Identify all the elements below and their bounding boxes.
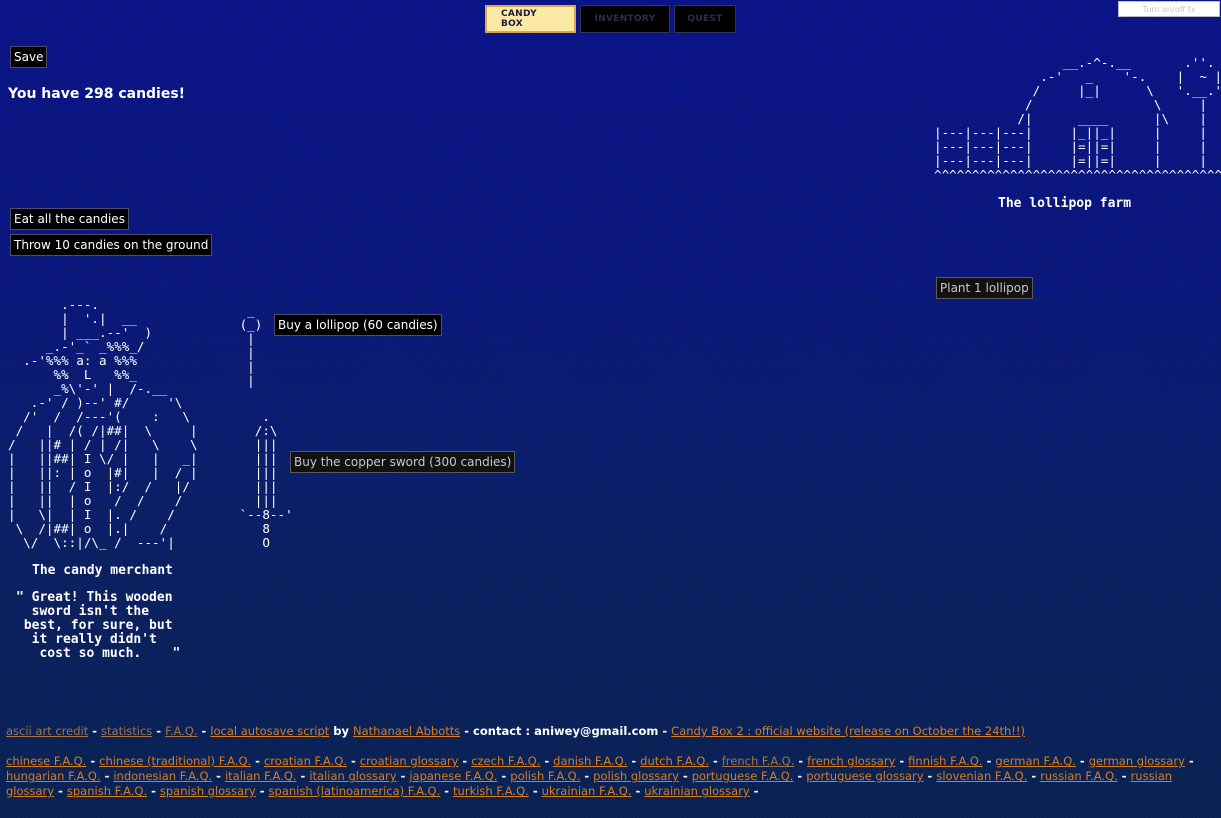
language-link[interactable]: portuguese F.A.Q. (692, 769, 794, 783)
separator: - (627, 754, 641, 768)
language-link[interactable]: finnish F.A.Q. (908, 754, 982, 768)
footer-text: by (329, 724, 353, 738)
footer-text: - (152, 724, 166, 738)
separator: - (749, 784, 759, 798)
candy-count: You have 298 candies! (8, 86, 186, 102)
footer-text: - contact : aniwey@gmail.com - (460, 724, 672, 738)
language-link[interactable]: russian F.A.Q. (1040, 769, 1118, 783)
sword-art: . /:\ ||| ||| ||| ||| ||| `--8--' 8 O (239, 409, 293, 550)
separator: - (251, 754, 264, 768)
lollipop-art: _ (_) | | | | (239, 303, 263, 388)
separator: - (794, 754, 808, 768)
separator: - (1075, 754, 1089, 768)
footer-link[interactable]: F.A.Q. (165, 724, 197, 738)
separator: - (982, 754, 996, 768)
language-link[interactable]: indonesian F.A.Q. (113, 769, 212, 783)
footer-link[interactable]: ascii art credit (6, 724, 88, 738)
separator: - (708, 754, 722, 768)
separator: - (678, 769, 692, 783)
separator: - (147, 784, 160, 798)
language-link[interactable]: turkish F.A.Q. (453, 784, 529, 798)
language-link[interactable]: chinese (traditional) F.A.Q. (99, 754, 251, 768)
language-link[interactable]: polish F.A.Q. (510, 769, 580, 783)
separator: - (1184, 754, 1194, 768)
language-link[interactable]: german F.A.Q. (995, 754, 1076, 768)
language-link[interactable]: dutch F.A.Q. (640, 754, 709, 768)
separator: - (923, 769, 937, 783)
separator: - (540, 754, 554, 768)
language-link[interactable]: czech F.A.Q. (471, 754, 540, 768)
separator: - (1117, 769, 1131, 783)
plant-lollipop-button[interactable]: Plant 1 lollipop (936, 277, 1033, 299)
separator: - (396, 769, 410, 783)
separator: - (895, 754, 909, 768)
separator: - (1027, 769, 1041, 783)
footer-text: - (197, 724, 211, 738)
language-link[interactable]: portuguese glossary (806, 769, 923, 783)
language-link[interactable]: french F.A.Q. (722, 754, 795, 768)
footer-text: - (88, 724, 102, 738)
separator: - (212, 769, 225, 783)
tab-inventory[interactable]: INVENTORY (580, 5, 670, 33)
tab-quest[interactable]: QUEST (674, 5, 736, 33)
footer-link[interactable]: local autosave script (210, 724, 329, 738)
language-link[interactable]: slovenian F.A.Q. (936, 769, 1027, 783)
candy-merchant-art: .---. | '.| __ | ___.--' ) _.-'_` _%%%_/… (8, 297, 198, 550)
separator: - (631, 784, 645, 798)
separator: - (296, 769, 310, 783)
language-link[interactable]: danish F.A.Q. (553, 754, 627, 768)
separator: - (440, 784, 454, 798)
throw-candies-button[interactable]: Throw 10 candies on the ground (10, 234, 213, 256)
separator: - (580, 769, 594, 783)
save-button[interactable]: Save (10, 46, 48, 68)
lollipop-farm-art: __.-^-.__ .''. .-' _ '-. | ~ | / |_| \ '… (934, 55, 1221, 182)
footer-credits: ascii art credit - statistics - F.A.Q. -… (6, 724, 1216, 739)
eat-candies-button[interactable]: Eat all the candies (10, 208, 129, 230)
footer-languages: chinese F.A.Q. - chinese (traditional) F… (6, 754, 1216, 799)
separator: - (528, 784, 542, 798)
buy-lollipop-button[interactable]: Buy a lollipop (60 candies) (274, 314, 442, 336)
language-link[interactable]: ukrainian F.A.Q. (542, 784, 632, 798)
separator: - (793, 769, 807, 783)
footer-link[interactable]: Nathanael Abbotts (353, 724, 460, 738)
language-link[interactable]: italian F.A.Q. (225, 769, 297, 783)
separator: - (346, 754, 360, 768)
footer-link[interactable]: statistics (101, 724, 152, 738)
separator: - (86, 754, 100, 768)
language-link[interactable]: german glossary (1089, 754, 1185, 768)
language-link[interactable]: ukrainian glossary (644, 784, 750, 798)
language-link[interactable]: spanish glossary (160, 784, 256, 798)
language-link[interactable]: japanese F.A.Q. (409, 769, 497, 783)
separator: - (497, 769, 511, 783)
language-link[interactable]: hungarian F.A.Q. (6, 769, 101, 783)
merchant-quote: " Great! This wooden sword isn't the bes… (16, 590, 181, 661)
tab-bar: CANDY BOX INVENTORY QUEST (485, 5, 736, 33)
language-link[interactable]: polish glossary (593, 769, 679, 783)
language-link[interactable]: croatian glossary (360, 754, 459, 768)
footer-link[interactable]: Candy Box 2 : official website (release … (671, 724, 1025, 738)
language-link[interactable]: spanish (latinoamerica) F.A.Q. (269, 784, 441, 798)
separator: - (54, 784, 67, 798)
separator: - (255, 784, 269, 798)
fx-toggle-button[interactable]: Turn on/off fx (1118, 1, 1220, 17)
separator: - (100, 769, 114, 783)
buy-copper-sword-button[interactable]: Buy the copper sword (300 candies) (290, 451, 516, 473)
language-link[interactable]: spanish F.A.Q. (67, 784, 147, 798)
separator: - (458, 754, 472, 768)
language-link[interactable]: chinese F.A.Q. (6, 754, 86, 768)
language-link[interactable]: french glossary (807, 754, 895, 768)
merchant-caption: The candy merchant (32, 563, 173, 578)
tab-candy-box[interactable]: CANDY BOX (485, 5, 576, 33)
farm-caption: The lollipop farm (998, 196, 1132, 211)
language-link[interactable]: croatian F.A.Q. (264, 754, 347, 768)
language-link[interactable]: italian glossary (309, 769, 396, 783)
